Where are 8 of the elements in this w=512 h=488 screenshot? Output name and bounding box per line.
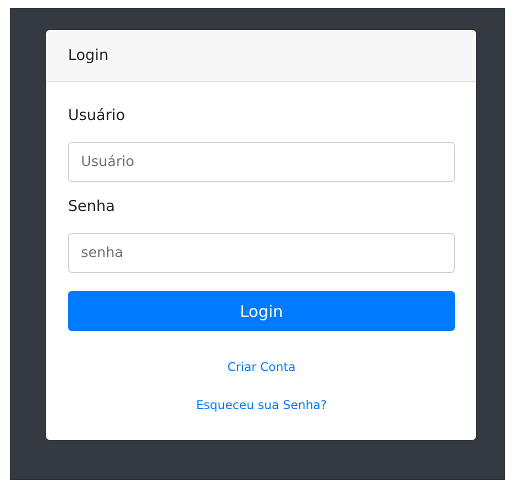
- login-button[interactable]: Login: [68, 291, 455, 331]
- input-field[interactable]: senha: [68, 233, 455, 273]
- card-header: Login: [46, 30, 476, 82]
- input-field[interactable]: Usuário: [68, 142, 455, 182]
- field-label: Senha: [68, 197, 116, 217]
- field-label: Usuário: [68, 106, 126, 126]
- link[interactable]: Esqueceu sua Senha?: [196, 397, 327, 413]
- link[interactable]: Criar Conta: [227, 359, 296, 375]
